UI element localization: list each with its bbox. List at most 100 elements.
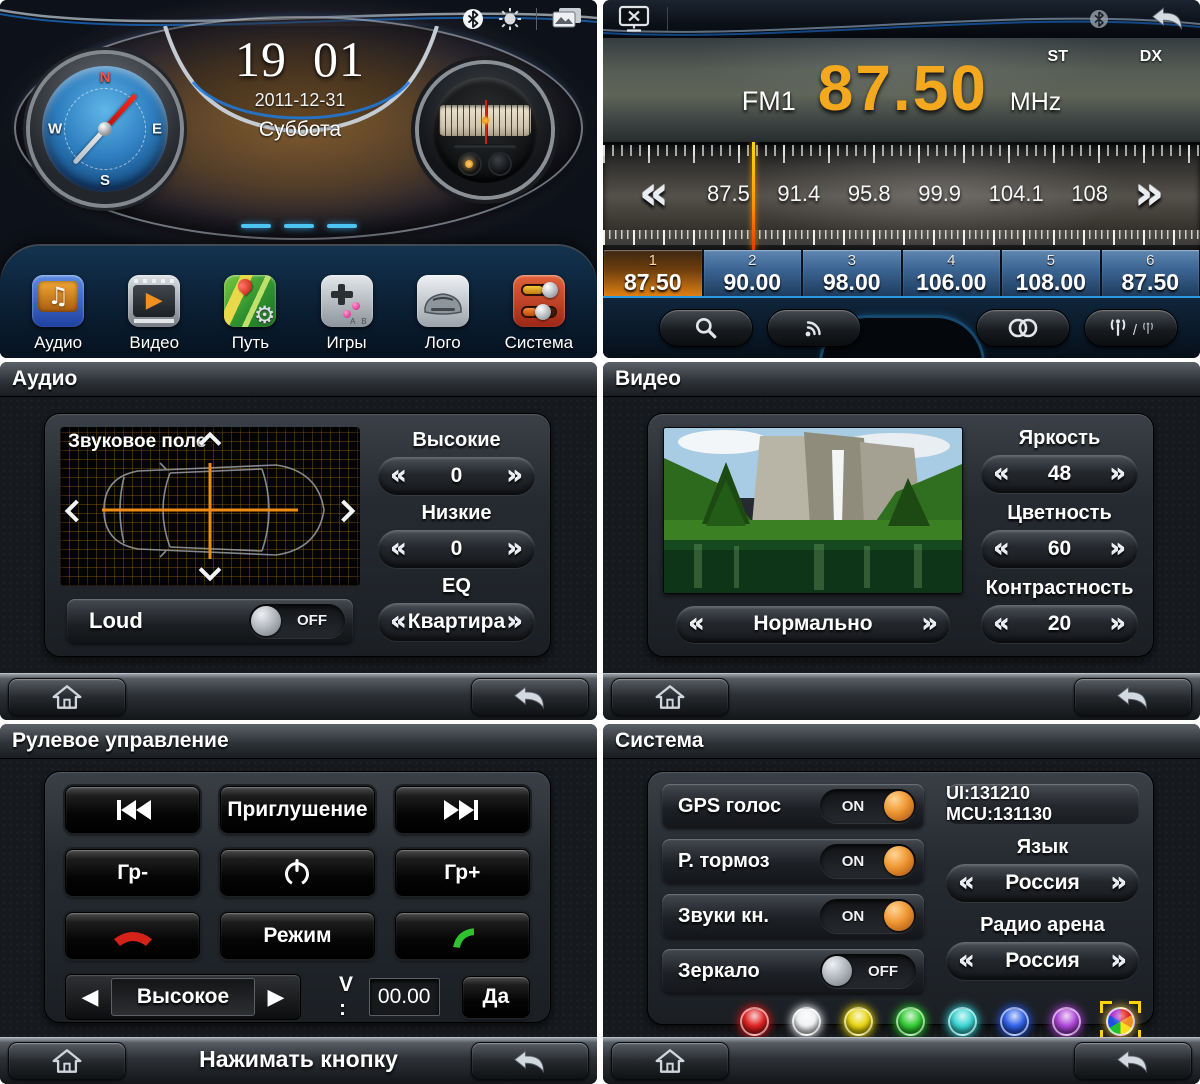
gps-voice-toggle[interactable]: ON [820,789,916,823]
balance-left-icon[interactable] [64,499,88,523]
next-icon[interactable]: » [1110,948,1127,974]
theme-color-rainbow-selected[interactable] [1100,1001,1141,1042]
sound-field-pad[interactable]: Звуковое поле [60,427,360,586]
eq-label: EQ [442,575,471,597]
home-button[interactable] [611,1042,729,1080]
increase-icon[interactable]: » [1109,461,1126,487]
answer-call-button[interactable] [394,912,530,959]
theme-color-white[interactable] [792,1007,821,1036]
dock-item-system[interactable]: Система [493,275,585,353]
previous-icon[interactable]: « [390,609,407,635]
eq-spinner[interactable]: « Квартира » [378,603,535,641]
decrease-icon[interactable]: « [993,461,1010,487]
dock-item-logo[interactable]: Лого [397,275,489,353]
sensitivity-selector: ◀ Высокое ▶ [65,974,301,1020]
level-previous-button[interactable]: ◀ [69,978,111,1016]
video-content: « Нормально » Яркость « 48 » Цветность «… [603,397,1200,674]
theme-color-red[interactable] [740,1007,769,1036]
next-icon[interactable]: » [921,611,938,637]
page-indicator-dashes[interactable] [240,224,357,228]
dock-item-audio[interactable]: ♫ Аудио [12,275,104,353]
decrease-icon[interactable]: « [993,611,1010,637]
level-next-button[interactable]: ▶ [255,978,297,1016]
toggle-knob [251,605,281,636]
back-button[interactable] [1150,5,1186,34]
theme-color-yellow[interactable] [844,1007,873,1036]
seek-up-button[interactable]: » [1134,170,1164,216]
radio-bottom-bar: / [603,296,1200,358]
return-button[interactable] [1074,678,1192,716]
saturation-spinner[interactable]: « 60 » [981,530,1138,568]
brightness-spinner[interactable]: « 48 » [981,455,1138,493]
increase-icon[interactable]: » [506,463,523,489]
language-value: Россия [1005,871,1080,894]
frequency-readout: FM1 87.50 MHz [603,56,1200,120]
preset-4[interactable]: 4 106.00 [900,250,1000,296]
home-button[interactable] [8,1042,126,1080]
stereo-mono-button[interactable] [976,309,1070,347]
theme-color-cyan[interactable] [948,1007,977,1036]
display-off-button[interactable] [617,5,651,36]
dock-label-audio: Аудио [34,333,83,352]
preset-5[interactable]: 5 108.00 [1000,250,1100,296]
volume-down-button[interactable]: Гр- [65,849,201,896]
decrease-icon[interactable]: « [390,536,407,562]
preset-2[interactable]: 2 90.00 [701,250,801,296]
home-button[interactable] [8,678,126,716]
antenna-icon [1110,319,1126,336]
return-button[interactable] [471,678,589,716]
next-icon[interactable]: » [506,609,523,635]
dock-item-games[interactable]: A B Игры [301,275,393,353]
next-track-icon [444,799,479,820]
hang-up-button[interactable] [65,912,201,959]
next-icon[interactable]: » [1110,870,1127,896]
mode-button[interactable]: Режим [220,912,375,959]
mirror-toggle[interactable]: OFF [820,954,916,988]
radio-area-spinner[interactable]: « Россия » [946,942,1139,980]
decrease-icon[interactable]: « [993,536,1010,562]
audio-content: Звуковое поле Loud OFF Высокие « 0 » Низ… [0,397,597,674]
increase-icon[interactable]: » [1109,536,1126,562]
tuning-scale[interactable]: « 87.5 91.4 95.8 99.9 104.1 108 » [603,142,1200,250]
scan-search-button[interactable] [659,309,753,347]
preset-scan-button[interactable] [767,309,861,347]
loudness-toggle[interactable]: OFF [249,603,345,638]
power-button[interactable] [220,849,375,896]
key-beep-toggle[interactable]: ON [820,899,916,933]
increase-icon[interactable]: » [1109,611,1126,637]
next-track-button[interactable] [394,786,530,833]
language-spinner[interactable]: « Россия » [946,864,1139,902]
parking-brake-toggle[interactable]: ON [820,844,916,878]
video-mode-spinner[interactable]: « Нормально » [676,605,950,643]
dock-item-navigation[interactable]: ⚙ Путь [204,275,296,353]
theme-color-blue[interactable] [1000,1007,1029,1036]
previous-icon[interactable]: « [958,948,975,974]
previous-icon[interactable]: « [688,611,705,637]
increase-icon[interactable]: » [506,536,523,562]
previous-icon[interactable]: « [958,870,975,896]
bass-spinner[interactable]: « 0 » [378,530,535,568]
theme-color-purple[interactable] [1052,1007,1081,1036]
toggle-knob [884,901,914,931]
preset-3[interactable]: 3 98.00 [801,250,901,296]
balance-right-icon[interactable] [332,499,356,523]
confirm-button[interactable]: Да [461,976,530,1018]
previous-track-button[interactable] [65,786,201,833]
theme-color-green[interactable] [896,1007,925,1036]
return-button[interactable] [471,1042,589,1080]
video-mode-value: Нормально [753,612,873,636]
dock-item-video[interactable]: ▶ Видео [108,275,200,353]
home-button[interactable] [611,678,729,716]
preset-6[interactable]: 6 87.50 [1099,250,1199,296]
treble-spinner[interactable]: « 0 » [378,457,535,495]
mute-button[interactable]: Приглушение [220,786,375,833]
local-dx-button[interactable]: / [1084,309,1178,347]
panel-video-settings: Видео « Нормально » Яркость « 48 » Цветн… [603,362,1200,720]
preset-1[interactable]: 1 87.50 [603,250,702,296]
decrease-icon[interactable]: « [390,463,407,489]
gallery-icon[interactable] [551,6,583,31]
volume-up-button[interactable]: Гр+ [394,849,530,896]
contrast-spinner[interactable]: « 20 » [981,605,1138,643]
return-button[interactable] [1074,1042,1192,1080]
system-card: GPS голос ON Р. тормоз ON Звуки кн. ON З… [647,771,1154,1042]
